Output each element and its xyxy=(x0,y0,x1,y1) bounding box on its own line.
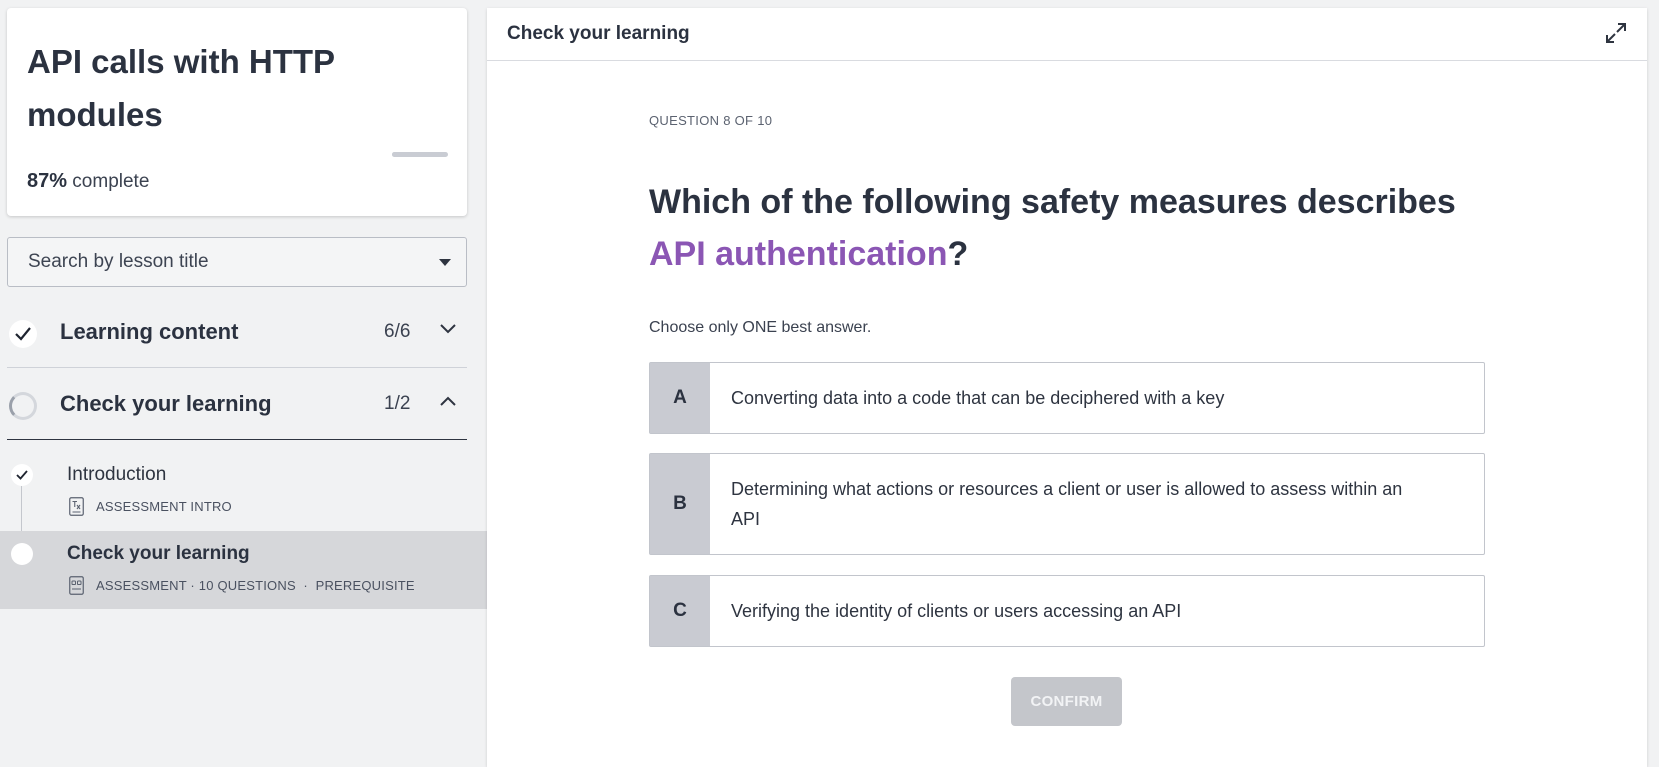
progress-percent: 87% xyxy=(27,170,68,192)
progress-text: 87% complete xyxy=(27,170,149,193)
panel-title: Check your learning xyxy=(507,23,690,44)
assessment-panel: Check your learning QUESTION 8 OF 10 Whi… xyxy=(487,8,1647,767)
option-letter: C xyxy=(650,576,710,646)
section-title: Learning content xyxy=(60,319,239,344)
lesson-title: Introduction xyxy=(67,464,167,485)
question-text: Which of the following safety measures d… xyxy=(649,176,1469,280)
section-learning-content[interactable]: Learning content 6/6 xyxy=(7,298,467,368)
question-prefix: Which of the following safety measures d… xyxy=(649,183,1456,221)
check-icon xyxy=(11,464,33,486)
option-text: Determining what actions or resources a … xyxy=(731,479,1403,529)
option-letter: A xyxy=(650,363,710,433)
option-text: Converting data into a code that can be … xyxy=(731,388,1225,408)
answer-option-b[interactable]: B Determining what actions or resources … xyxy=(649,453,1485,555)
option-text: Verifying the identity of clients or use… xyxy=(731,601,1182,621)
section-count: 1/2 xyxy=(384,393,411,414)
answer-option-c[interactable]: C Verifying the identity of clients or u… xyxy=(649,575,1485,647)
lesson-title: Check your learning xyxy=(67,543,250,564)
confirm-button[interactable]: CONFIRM xyxy=(1011,677,1122,726)
chevron-down-icon[interactable] xyxy=(440,324,456,334)
course-progress-fill xyxy=(392,152,441,157)
question-counter: QUESTION 8 OF 10 xyxy=(649,113,773,128)
answer-option-a[interactable]: A Converting data into a code that can b… xyxy=(649,362,1485,434)
option-letter: B xyxy=(650,454,710,554)
lesson-introduction[interactable]: Introduction ASSESSMENT INTRO xyxy=(0,452,487,530)
section-check-your-learning[interactable]: Check your learning 1/2 xyxy=(7,370,467,440)
lesson-check-your-learning[interactable]: Check your learning ASSESSMENT · 10 QUES… xyxy=(0,531,487,609)
question-suffix: ? xyxy=(947,235,969,273)
caret-down-icon xyxy=(439,259,451,266)
course-sidebar: API calls with HTTP modules 87% complete… xyxy=(0,0,487,767)
section-count: 6/6 xyxy=(384,321,411,342)
text-document-icon xyxy=(69,497,84,516)
progress-suffix: complete xyxy=(67,171,150,192)
lesson-meta: ASSESSMENT · 10 QUESTIONS · PREREQUISITE xyxy=(96,578,415,593)
panel-header: Check your learning xyxy=(487,8,1647,61)
search-placeholder: Search by lesson title xyxy=(28,251,209,272)
course-title: API calls with HTTP modules xyxy=(27,43,335,133)
question-highlight: API authentication xyxy=(649,235,948,273)
section-title: Check your learning xyxy=(60,391,272,416)
expand-icon[interactable] xyxy=(1603,20,1629,46)
answer-instruction: Choose only ONE best answer. xyxy=(649,319,872,336)
progress-ring-icon xyxy=(9,392,37,420)
check-circle-icon xyxy=(9,320,37,348)
assessment-icon xyxy=(69,576,84,595)
course-progress-bar xyxy=(392,152,448,157)
chevron-up-icon[interactable] xyxy=(440,396,456,406)
current-lesson-dot xyxy=(11,543,33,565)
lesson-search-dropdown[interactable]: Search by lesson title xyxy=(7,237,467,287)
lesson-meta: ASSESSMENT INTRO xyxy=(96,499,232,514)
course-card: API calls with HTTP modules 87% complete xyxy=(7,8,467,216)
